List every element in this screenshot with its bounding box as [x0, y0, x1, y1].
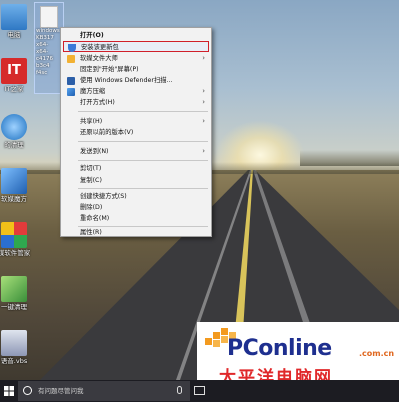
- file-name-line: x64-: [36, 42, 49, 48]
- menu-item-label: 打开(O): [80, 32, 104, 39]
- folder-icon: [67, 55, 75, 63]
- ithome-icon: IT: [1, 58, 27, 84]
- desktop-icon-label: IT之家: [4, 85, 24, 93]
- menu-item-label: 软媒文件大师: [80, 55, 118, 62]
- one-click-clean-icon: [1, 276, 27, 302]
- menu-item-mofang-compress[interactable]: 魔方压缩 ›: [63, 86, 209, 97]
- menu-item-create-shortcut[interactable]: 创建快捷方式(S): [63, 191, 209, 202]
- menu-item-label: 创建快捷方式(S): [80, 193, 127, 200]
- menu-separator: [78, 188, 208, 189]
- file-name-line: x64-: [36, 49, 49, 55]
- menu-item-restore-previous[interactable]: 还原以前的版本(V): [63, 127, 209, 138]
- menu-item-cut[interactable]: 剪切(T): [63, 163, 209, 174]
- desktop-icon-ruanmei-mofang[interactable]: 软媒魔方: [0, 168, 34, 203]
- menu-separator: [78, 111, 208, 112]
- file-icon: [40, 6, 58, 28]
- menu-item-send-to[interactable]: 发送到(N) ›: [63, 146, 209, 157]
- desktop-icon-label: 电脑: [7, 31, 21, 39]
- menu-item-label: 剪切(T): [80, 165, 102, 172]
- chevron-right-icon: ›: [202, 54, 205, 62]
- menu-item-open[interactable]: 打开(O): [63, 30, 209, 41]
- desktop-icon-label: 的清理: [4, 141, 24, 149]
- menu-item-label: 删除(D): [80, 204, 103, 211]
- menu-separator: [78, 141, 208, 142]
- cleaner-icon: [1, 114, 27, 140]
- taskbar: 有问题尽管问我: [0, 380, 399, 402]
- menu-item-copy[interactable]: 复制(C): [63, 175, 209, 186]
- menu-item-pin-to-start[interactable]: 固定到"开始"屏幕(P): [63, 64, 209, 75]
- cube-icon: [67, 88, 75, 96]
- desktop-icon-label: 一键清理: [1, 303, 27, 311]
- desktop-icon-computer[interactable]: 电脑: [0, 4, 34, 39]
- menu-item-delete[interactable]: 删除(D): [63, 202, 209, 213]
- file-name-line: b3c4: [36, 63, 50, 69]
- menu-item-label: 复制(C): [80, 177, 102, 184]
- cortana-search-box[interactable]: 有问题尽管问我: [18, 381, 190, 401]
- menu-item-label: 属性(R): [80, 229, 102, 236]
- menu-item-properties[interactable]: 属性(R): [63, 227, 209, 238]
- task-view-icon[interactable]: [194, 386, 205, 395]
- desktop-icon-label: 语音.vbs: [0, 357, 28, 365]
- desktop-icon-software-manager[interactable]: 媒软件管家: [0, 222, 34, 257]
- desktop-icon-one-click-clean[interactable]: 一键清理: [0, 276, 34, 311]
- menu-item-label: 魔方压缩: [80, 88, 106, 95]
- mofang-icon: [1, 168, 27, 194]
- pconline-watermark: PConline .com.cn 太平洋电脑网: [197, 322, 399, 388]
- menu-item-open-with[interactable]: 打开方式(H) ›: [63, 97, 209, 108]
- menu-separator: [78, 160, 208, 161]
- desktop-icon-vbs-script[interactable]: 语音.vbs: [0, 330, 34, 365]
- shield-icon: [68, 44, 76, 52]
- file-name-line: windows: [36, 28, 60, 34]
- desktop-icon-label: 媒软件管家: [0, 249, 31, 257]
- menu-item-file-master[interactable]: 软媒文件大师 ›: [63, 53, 209, 64]
- computer-icon: [1, 4, 27, 30]
- menu-item-label: 使用 Windows Defender扫描...: [80, 77, 173, 84]
- watermark-domain: .com.cn: [359, 349, 395, 358]
- menu-item-install-update[interactable]: 安装该更新包: [63, 41, 209, 52]
- microphone-icon[interactable]: [177, 386, 182, 394]
- watermark-brand: PConline: [227, 336, 332, 361]
- defender-icon: [67, 77, 75, 85]
- chevron-right-icon: ›: [202, 87, 205, 95]
- desktop-icon-label: 软媒魔方: [1, 195, 27, 203]
- menu-item-rename[interactable]: 重命名(M): [63, 213, 209, 224]
- menu-item-label: 固定到"开始"屏幕(P): [80, 66, 139, 73]
- desktop-icon-ithome[interactable]: IT IT之家: [0, 58, 34, 93]
- menu-item-label: 还原以前的版本(V): [80, 129, 134, 136]
- file-name-line: f4sc: [36, 70, 48, 76]
- file-name-line: KB317: [36, 35, 54, 41]
- chevron-right-icon: ›: [202, 147, 205, 155]
- context-menu: 打开(O) 安装该更新包 软媒文件大师 › 固定到"开始"屏幕(P) 使用 Wi…: [60, 27, 212, 237]
- menu-item-label: 共享(H): [80, 118, 103, 125]
- script-file-icon: [1, 330, 27, 356]
- menu-item-label: 安装该更新包: [81, 44, 119, 51]
- menu-item-share[interactable]: 共享(H) ›: [63, 116, 209, 127]
- menu-item-defender-scan[interactable]: 使用 Windows Defender扫描...: [63, 75, 209, 86]
- cortana-icon: [23, 386, 32, 395]
- software-manager-icon: [1, 222, 27, 248]
- menu-item-label: 重命名(M): [80, 215, 110, 222]
- desktop-icon-cleaner[interactable]: 的清理: [0, 114, 34, 149]
- menu-item-label: 打开方式(H): [80, 99, 115, 106]
- start-button[interactable]: [0, 380, 18, 402]
- chevron-right-icon: ›: [202, 117, 205, 125]
- menu-item-label: 发送到(N): [80, 148, 109, 155]
- file-name-line: c4176: [36, 56, 54, 62]
- chevron-right-icon: ›: [202, 98, 205, 106]
- search-placeholder: 有问题尽管问我: [38, 387, 84, 395]
- windows-logo-icon: [4, 386, 14, 396]
